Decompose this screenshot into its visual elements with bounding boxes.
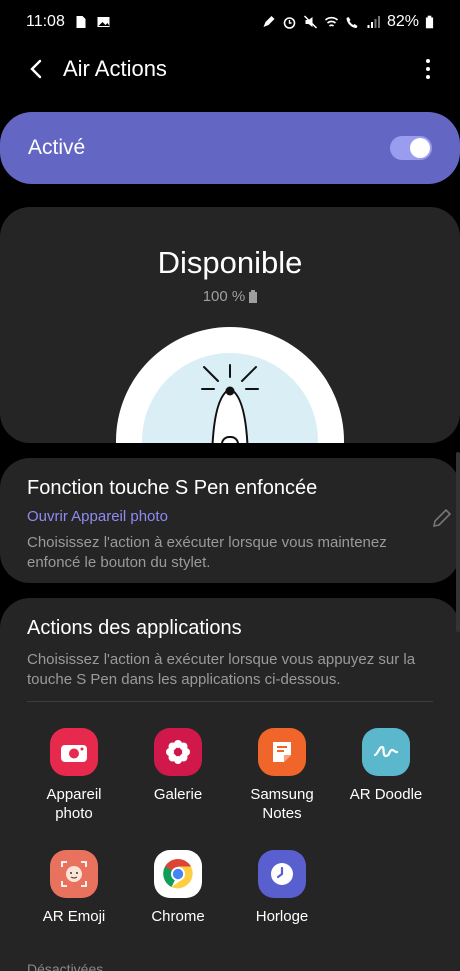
- app-item-ar-doodle[interactable]: AR Doodle: [336, 728, 436, 804]
- pen-button-title: Fonction touche S Pen enfoncée: [27, 477, 318, 499]
- app-label: Chrome: [151, 908, 205, 925]
- back-button[interactable]: [22, 54, 50, 84]
- signal-icon: [367, 16, 380, 28]
- page-title: Air Actions: [63, 56, 167, 81]
- more-dot-icon: [426, 75, 430, 79]
- battery-icon: [425, 15, 434, 29]
- disabled-section-label: Désactivées: [27, 961, 104, 971]
- wifi-icon: [324, 16, 339, 27]
- app-item-camera[interactable]: Appareil photo: [24, 728, 124, 823]
- pencil-icon[interactable]: [430, 506, 454, 530]
- app-item-gallery[interactable]: Galerie: [128, 728, 228, 804]
- pen-status-card: Disponible 100 %: [0, 207, 460, 443]
- pen-status-title: Disponible: [157, 245, 303, 280]
- master-switch[interactable]: [390, 136, 432, 160]
- switch-knob: [410, 138, 430, 158]
- master-switch-label: Activé: [28, 136, 86, 159]
- app-label: AR Doodle: [349, 786, 423, 803]
- app-label: Appareil photo: [46, 786, 102, 822]
- status-bar: 11:08 82%: [0, 0, 460, 44]
- app-item-clock[interactable]: Horloge: [232, 850, 332, 926]
- clock-icon: [258, 850, 306, 898]
- status-time: 11:08: [26, 13, 65, 30]
- pen-battery-level: 100 %: [202, 288, 246, 305]
- chrome-icon: [154, 850, 202, 898]
- wifi-calling-icon: [346, 17, 358, 28]
- pen-button-description: Choisissez l'action à exécuter lorsque v…: [27, 534, 387, 571]
- sim-card-icon: [76, 16, 86, 28]
- app-bar: Air Actions: [0, 44, 460, 94]
- app-actions-card: Actions des applications Choisissez l'ac…: [0, 598, 460, 971]
- app-item-samsung-notes[interactable]: Samsung Notes: [232, 728, 332, 823]
- more-dot-icon: [426, 67, 430, 71]
- app-label: Galerie: [153, 786, 203, 803]
- app-item-chrome[interactable]: Chrome: [128, 850, 228, 926]
- more-dot-icon: [426, 59, 430, 63]
- pen-button-action-card[interactable]: Fonction touche S Pen enfoncée Ouvrir Ap…: [0, 458, 460, 583]
- mute-icon: [303, 15, 317, 29]
- app-label: AR Emoji: [42, 908, 106, 925]
- camera-icon: [50, 728, 98, 776]
- ar-doodle-icon: [362, 728, 410, 776]
- chevron-left-icon: [30, 59, 42, 79]
- pen-button-action-link[interactable]: Ouvrir Appareil photo: [27, 508, 433, 525]
- app-label: Samsung Notes: [250, 786, 314, 822]
- ar-emoji-icon: [50, 850, 98, 898]
- pen-battery-line: 100 %: [0, 288, 460, 305]
- gallery-flower-icon: [154, 728, 202, 776]
- image-notification-icon: [97, 17, 110, 27]
- alarm-icon: [283, 17, 296, 29]
- scrollbar[interactable]: [456, 452, 460, 632]
- more-options-button[interactable]: [418, 54, 438, 84]
- pen-battery-icon: [249, 290, 258, 303]
- s-pen-illustration: [116, 327, 344, 443]
- app-label: Horloge: [255, 908, 309, 925]
- divider: [27, 701, 433, 702]
- app-item-ar-emoji[interactable]: AR Emoji: [24, 850, 124, 926]
- pen-status-icon: [263, 16, 275, 27]
- app-actions-title: Actions des applications: [27, 617, 242, 639]
- app-actions-description: Choisissez l'action à exécuter lorsque v…: [27, 651, 416, 688]
- master-switch-bar[interactable]: Activé: [0, 112, 460, 184]
- battery-percentage: 82%: [386, 13, 419, 30]
- notes-icon: [258, 728, 306, 776]
